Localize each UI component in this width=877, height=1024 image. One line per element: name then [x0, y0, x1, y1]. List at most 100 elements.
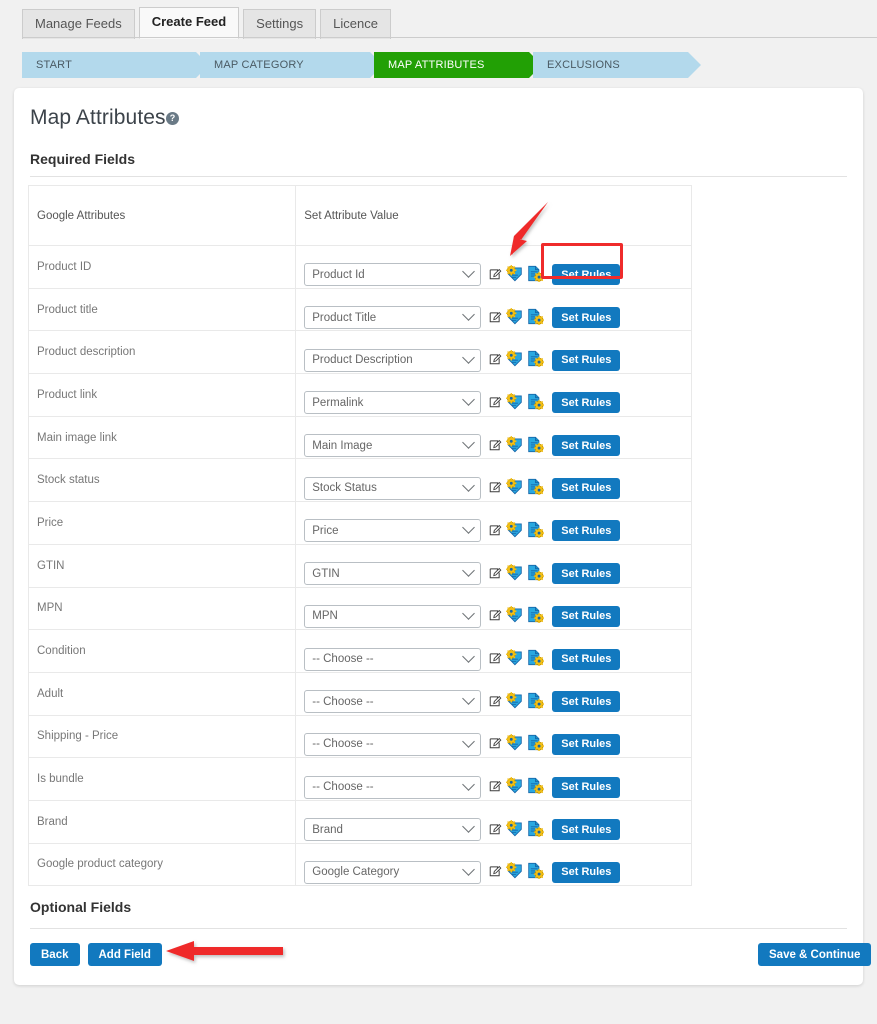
set-rules-button[interactable]: Set Rules [552, 349, 621, 371]
step-map-attributes[interactable]: MAP ATTRIBUTES [374, 52, 542, 78]
cell-google-attribute: Product title [27, 287, 297, 332]
attribute-value-select[interactable]: MPN [304, 604, 482, 628]
attribute-value-select[interactable]: -- Choose -- [304, 732, 482, 756]
set-rules-button[interactable]: Set Rules [552, 776, 621, 798]
attribute-value-select[interactable]: Product Title [304, 306, 482, 330]
tag-gear-icon[interactable] [506, 648, 523, 669]
tag-gear-icon[interactable] [506, 777, 523, 797]
edit-square-icon[interactable] [489, 523, 502, 539]
cell-set-attribute-value: GTIN Set Rules [295, 543, 692, 588]
tag-gear-icon[interactable] [506, 264, 523, 285]
edit-square-icon[interactable] [489, 694, 502, 710]
tag-gear-icon[interactable] [506, 520, 523, 541]
help-circle-icon[interactable]: ? [166, 112, 179, 125]
chevron-down-icon [462, 436, 476, 449]
set-rules-button[interactable]: Set Rules [552, 477, 621, 499]
document-gear-icon[interactable] [527, 820, 545, 840]
document-gear-icon[interactable] [527, 777, 545, 797]
edit-square-icon[interactable] [489, 736, 502, 752]
edit-square-icon[interactable] [489, 566, 502, 582]
document-gear-icon[interactable] [527, 521, 545, 541]
table-header-row: Google Attributes Set Attribute Value [27, 185, 692, 246]
step-map-category[interactable]: MAP CATEGORY [200, 52, 383, 78]
table-row: Stock status Stock Status Set Rules [27, 458, 692, 503]
save-and-continue-button[interactable]: Save & Continue [758, 943, 872, 966]
step-start[interactable]: START [22, 52, 209, 78]
tag-gear-icon[interactable] [506, 392, 523, 413]
document-gear-icon[interactable] [527, 862, 545, 882]
attribute-value-select[interactable]: Brand [304, 818, 482, 842]
document-gear-icon[interactable] [527, 564, 545, 584]
tag-gear-icon[interactable] [506, 435, 523, 456]
set-rules-button[interactable]: Set Rules [552, 691, 621, 713]
set-rules-button[interactable]: Set Rules [552, 861, 621, 883]
attribute-value-select[interactable]: Main Image [304, 434, 482, 458]
edit-square-icon[interactable] [489, 395, 502, 411]
set-rules-button[interactable]: Set Rules [552, 563, 621, 585]
attribute-value-select[interactable]: Product Description [304, 348, 482, 372]
set-rules-button[interactable]: Set Rules [552, 605, 621, 627]
set-rules-button[interactable]: Set Rules [552, 648, 621, 670]
attribute-value-select[interactable]: -- Choose -- [304, 690, 482, 714]
edit-square-icon[interactable] [489, 822, 502, 838]
tag-gear-icon[interactable] [506, 478, 523, 498]
cell-google-attribute: Price [27, 501, 297, 545]
tag-gear-icon[interactable] [506, 606, 523, 626]
add-field-button[interactable]: Add Field [87, 943, 162, 966]
attribute-value-select[interactable]: Stock Status [304, 476, 482, 500]
tag-gear-icon[interactable] [506, 734, 523, 754]
edit-square-icon[interactable] [489, 267, 502, 283]
tag-gear-icon[interactable] [506, 819, 523, 840]
header-label: Google Attributes [37, 209, 126, 222]
cell-set-attribute-value: Product Description Set Rules [295, 330, 692, 375]
table-row: Price Price Set Rules [27, 501, 692, 545]
document-gear-icon[interactable] [527, 692, 545, 712]
attribute-label: MPN [37, 602, 63, 615]
tab-manage-feeds[interactable]: Manage Feeds [22, 9, 135, 39]
tab-licence[interactable]: Licence [320, 9, 391, 39]
edit-square-icon[interactable] [489, 438, 502, 454]
edit-square-icon[interactable] [489, 480, 502, 496]
document-gear-icon[interactable] [527, 649, 545, 669]
edit-square-icon[interactable] [489, 779, 502, 795]
back-button[interactable]: Back [30, 943, 80, 966]
attribute-value-select[interactable]: GTIN [304, 562, 482, 586]
attribute-value-select[interactable]: -- Choose -- [304, 775, 482, 799]
document-gear-icon[interactable] [527, 734, 545, 754]
tag-gear-icon[interactable] [506, 691, 523, 712]
document-gear-icon[interactable] [527, 606, 545, 626]
document-gear-icon[interactable] [527, 436, 545, 456]
step-label: MAP CATEGORY [214, 59, 304, 71]
step-exclusions[interactable]: EXCLUSIONS [533, 52, 701, 78]
set-rules-button[interactable]: Set Rules [552, 733, 621, 755]
set-rules-button[interactable]: Set Rules [552, 819, 621, 841]
attribute-value-select[interactable]: -- Choose -- [304, 647, 482, 671]
tag-gear-icon[interactable] [506, 307, 523, 328]
tag-gear-icon[interactable] [506, 563, 523, 584]
edit-square-icon[interactable] [489, 864, 502, 880]
document-gear-icon[interactable] [527, 393, 545, 413]
edit-square-icon[interactable] [489, 651, 502, 667]
document-gear-icon[interactable] [527, 308, 545, 328]
row-icon-group [489, 648, 545, 669]
set-rules-button[interactable]: Set Rules [552, 435, 621, 457]
tag-gear-icon[interactable] [506, 862, 523, 882]
edit-square-icon[interactable] [489, 608, 502, 624]
set-rules-button[interactable]: Set Rules [552, 520, 621, 542]
document-gear-icon[interactable] [527, 478, 545, 498]
set-rules-button[interactable]: Set Rules [552, 392, 621, 414]
tag-gear-icon[interactable] [506, 350, 523, 370]
page-title: Map Attributes [30, 106, 166, 129]
attribute-value-select[interactable]: Google Category [304, 860, 482, 884]
set-rules-button[interactable]: Set Rules [552, 307, 621, 329]
tab-settings[interactable]: Settings [243, 9, 317, 39]
select-value: MPN [312, 610, 338, 623]
attribute-value-select[interactable]: Product Id [304, 263, 482, 287]
document-gear-icon[interactable] [527, 350, 545, 370]
edit-square-icon[interactable] [489, 352, 502, 368]
attribute-label: Stock status [37, 474, 100, 487]
attribute-value-select[interactable]: Price [304, 519, 482, 543]
attribute-value-select[interactable]: Permalink [304, 391, 482, 415]
tab-create-feed[interactable]: Create Feed [138, 7, 240, 39]
edit-square-icon[interactable] [489, 310, 502, 326]
